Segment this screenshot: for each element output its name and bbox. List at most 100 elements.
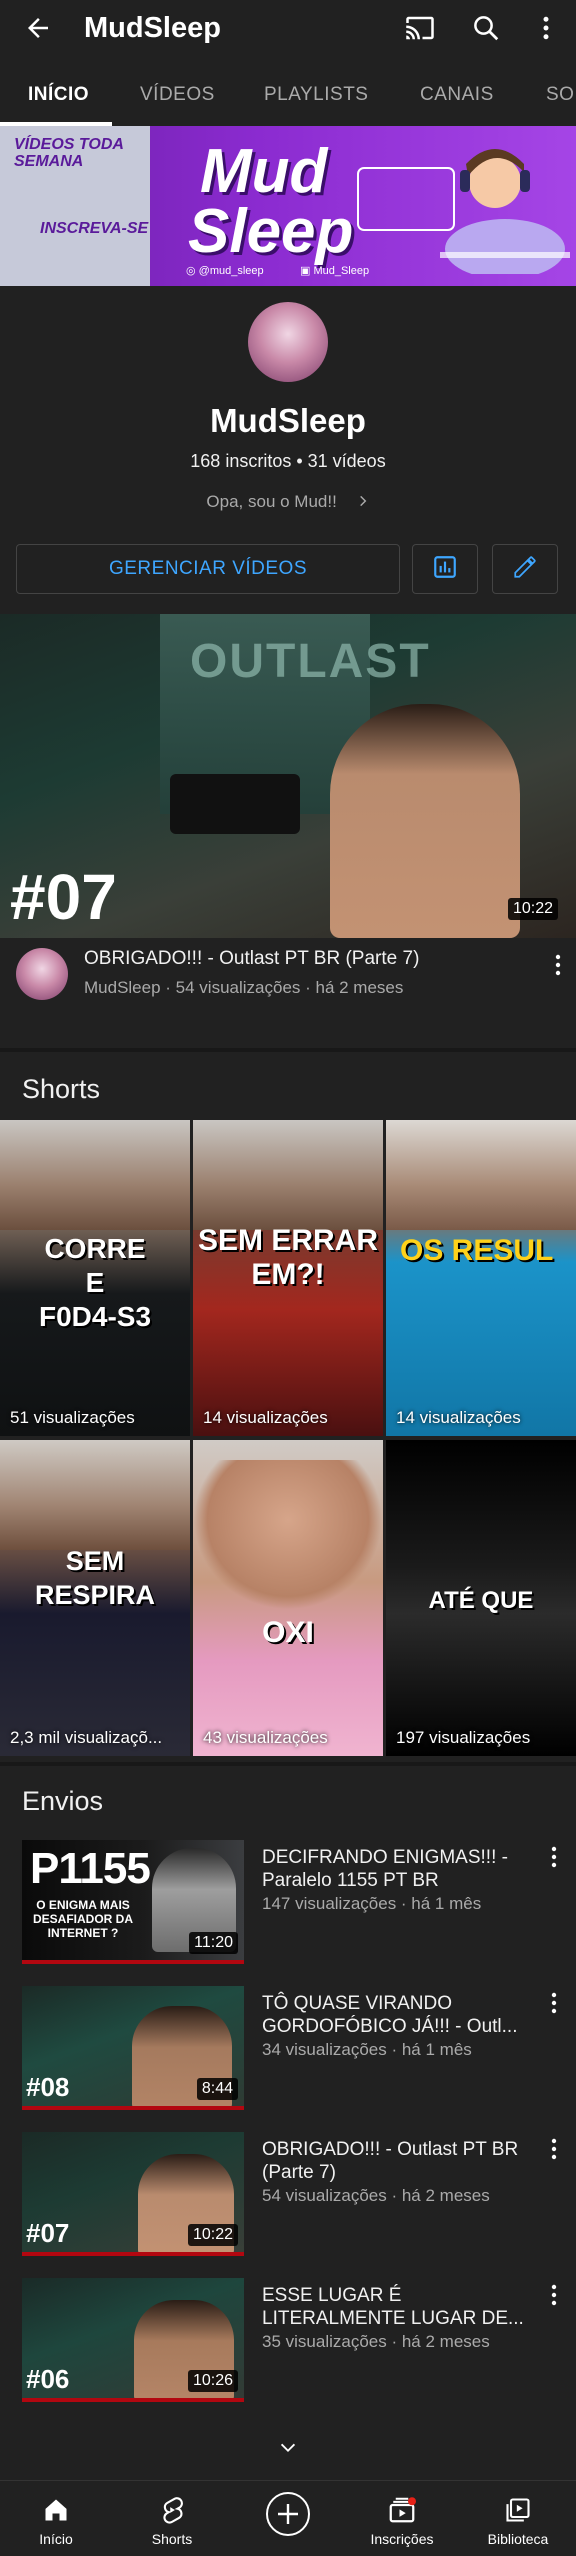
nav-item-home[interactable]: Início	[6, 2481, 106, 2556]
chevron-right-icon	[356, 492, 370, 511]
channel-title: MudSleep	[84, 12, 221, 44]
upload-thumbnail[interactable]: #06 10:26	[22, 2278, 244, 2402]
thumbnail-camera-shape	[170, 774, 300, 834]
bottom-navigation: Início Shorts Inscrições Biblioteca	[0, 2480, 576, 2556]
short-views: 197 visualizações	[396, 1728, 531, 1747]
upload-thumbnail[interactable]: #07 10:22	[22, 2132, 244, 2256]
upload-thumbnail[interactable]: #08 8:44	[22, 1986, 244, 2110]
short-item[interactable]: OS RESUL 14 visualizações	[386, 1120, 576, 1436]
short-views: 14 visualizações	[203, 1408, 328, 1427]
channel-avatar-small[interactable]	[16, 948, 68, 1000]
episode-number: #07	[26, 2218, 70, 2248]
more-vert-icon[interactable]	[544, 2280, 564, 2310]
short-face	[386, 1120, 576, 1230]
featured-video-title[interactable]: OBRIGADO!!! - Outlast PT BR (Parte 7)	[84, 948, 419, 970]
banner-twitch: ▣ Mud_Sleep	[300, 265, 370, 277]
watch-progress-bar	[22, 1960, 244, 1964]
short-overlay-text: OXI	[262, 1616, 314, 1649]
thumbnail-title-text: P1155	[30, 1844, 151, 1893]
channel-description[interactable]: Opa, sou o Mud!!	[0, 492, 576, 512]
nav-label: Inscrições	[370, 2531, 434, 2547]
short-item[interactable]: ATÉ QUE 197 visualizações	[386, 1440, 576, 1756]
banner-twitch-handle: Mud_Sleep	[313, 265, 370, 277]
channel-name: MudSleep	[210, 402, 366, 439]
top-app-bar: MudSleep	[0, 0, 576, 56]
channel-description-text: Opa, sou o Mud!!	[206, 492, 337, 511]
analytics-icon	[432, 554, 458, 585]
short-views: 43 visualizações	[203, 1728, 328, 1747]
edit-pencil-icon	[512, 554, 538, 585]
video-duration: 10:22	[508, 898, 559, 920]
short-face	[193, 1120, 383, 1230]
channel-banner: VÍDEOS TODA SEMANA INSCREVA-SE Mud Sleep…	[0, 126, 576, 286]
edit-channel-button[interactable]	[492, 544, 558, 594]
featured-video-meta: MudSleep · 54 visualizações · há 2 meses	[84, 978, 404, 997]
section-divider	[0, 1048, 576, 1052]
short-face	[193, 1460, 383, 1610]
channel-avatar[interactable]	[248, 302, 328, 382]
watch-progress-bar	[22, 2252, 244, 2256]
nav-label: Início	[39, 2531, 73, 2547]
short-views: 51 visualizações	[10, 1408, 135, 1427]
manage-videos-button[interactable]: GERENCIAR VÍDEOS	[16, 544, 400, 594]
short-face	[0, 1440, 190, 1550]
upload-thumbnail[interactable]: P1155 O ENIGMA MAIS DESAFIADOR DA INTERN…	[22, 1840, 244, 1964]
tab-videos[interactable]: VÍDEOS	[140, 84, 215, 106]
tab-playlists[interactable]: PLAYLISTS	[264, 84, 368, 106]
upload-title[interactable]: DECIFRANDO ENIGMAS!!! - Paralelo 1155 PT…	[262, 1846, 524, 1892]
chevron-down-icon[interactable]	[268, 2428, 308, 2468]
featured-video-thumbnail[interactable]: OUTLAST #07 10:22	[0, 614, 576, 938]
short-views: 14 visualizações	[396, 1408, 521, 1427]
uploads-section-title: Envios	[22, 1786, 104, 1816]
short-views: 2,3 mil visualizaçõ...	[10, 1728, 163, 1747]
more-vert-icon[interactable]	[544, 2134, 564, 2164]
upload-title[interactable]: OBRIGADO!!! - Outlast PT BR (Parte 7)	[262, 2138, 524, 2184]
upload-meta: 147 visualizações · há 1 mês	[262, 1894, 482, 1913]
short-overlay-text: ATÉ QUE	[428, 1587, 534, 1614]
nav-item-create[interactable]	[238, 2481, 338, 2556]
analytics-button[interactable]	[412, 544, 478, 594]
tab-sobre[interactable]: SOB	[546, 84, 576, 106]
short-item[interactable]: SEM RESPIRA 2,3 mil visualizaçõ...	[0, 1440, 190, 1756]
cast-icon[interactable]	[400, 8, 440, 48]
upload-title[interactable]: ESSE LUGAR É LITERALMENTE LUGAR DE...	[262, 2284, 524, 2330]
short-item[interactable]: CORRE E F0D4-S3 51 visualizações	[0, 1120, 190, 1436]
banner-monitor-illustration	[357, 167, 455, 231]
nav-item-shorts[interactable]: Shorts	[122, 2481, 222, 2556]
video-duration: 10:26	[187, 2370, 238, 2392]
nav-item-library[interactable]: Biblioteca	[468, 2481, 568, 2556]
episode-number: #06	[26, 2364, 70, 2394]
more-vert-icon[interactable]	[544, 1988, 564, 2018]
channel-tabs: INÍCIO VÍDEOS PLAYLISTS CANAIS SOB	[0, 74, 576, 127]
nav-item-subscriptions[interactable]: Inscrições	[352, 2481, 452, 2556]
short-item[interactable]: OXI 43 visualizações	[193, 1440, 383, 1756]
arrow-back-icon[interactable]	[18, 8, 58, 48]
short-overlay-text: OS RESUL	[400, 1234, 554, 1267]
thumbnail-subtitle-text: O ENIGMA MAIS DESAFIADOR DA INTERNET ?	[32, 1898, 133, 1940]
create-plus-icon	[238, 2491, 338, 2537]
search-icon[interactable]	[466, 8, 506, 48]
subscriptions-icon	[352, 2493, 452, 2527]
nav-label: Shorts	[151, 2531, 193, 2547]
video-duration: 11:20	[189, 1932, 238, 1954]
tab-canais[interactable]: CANAIS	[420, 84, 494, 106]
banner-character-illustration	[440, 149, 570, 274]
upload-meta: 35 visualizações · há 2 meses	[262, 2332, 490, 2351]
section-divider	[0, 1762, 576, 1766]
thumbnail-person-shape	[330, 704, 520, 938]
upload-title[interactable]: TÔ QUASE VIRANDO GORDOFÓBICO JÁ!!! - Out…	[262, 1992, 524, 2038]
banner-title-line2: Sleep	[188, 197, 354, 266]
more-vert-icon[interactable]	[526, 8, 566, 48]
tab-inicio[interactable]: INÍCIO	[28, 84, 89, 106]
banner-tagline: VÍDEOS TODA SEMANA	[14, 136, 124, 170]
video-duration: 10:22	[187, 2224, 238, 2246]
more-vert-icon[interactable]	[544, 1842, 564, 1872]
library-icon	[468, 2493, 568, 2527]
short-overlay-text: CORRE E F0D4-S3	[38, 1233, 152, 1332]
episode-number: #07	[10, 861, 117, 933]
short-overlay-text: SEM ERRAR EM?!	[197, 1224, 378, 1291]
more-vert-icon[interactable]	[548, 950, 568, 980]
shorts-section-title: Shorts	[22, 1074, 101, 1104]
home-icon	[6, 2493, 106, 2527]
short-item[interactable]: SEM ERRAR EM?! 14 visualizações	[193, 1120, 383, 1436]
